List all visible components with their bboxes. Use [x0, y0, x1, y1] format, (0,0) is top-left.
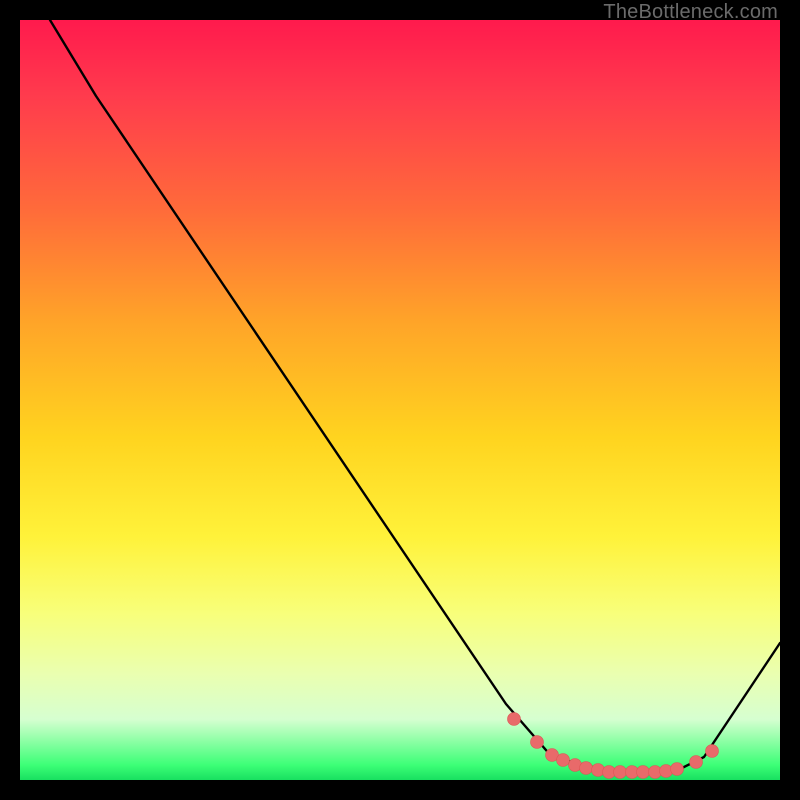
marker-group — [508, 713, 719, 779]
marker-dot — [557, 754, 570, 767]
marker-dot — [614, 766, 627, 779]
marker-dot — [671, 763, 684, 776]
chart-svg — [20, 20, 780, 780]
marker-dot — [508, 713, 521, 726]
chart-frame: TheBottleneck.com — [0, 0, 800, 800]
marker-dot — [531, 736, 544, 749]
plot-area — [20, 20, 780, 780]
marker-dot — [637, 766, 650, 779]
marker-dot — [706, 745, 719, 758]
marker-dot — [690, 756, 703, 769]
chart-line — [50, 20, 780, 772]
marker-dot — [580, 762, 593, 775]
watermark-text: TheBottleneck.com — [603, 1, 778, 24]
